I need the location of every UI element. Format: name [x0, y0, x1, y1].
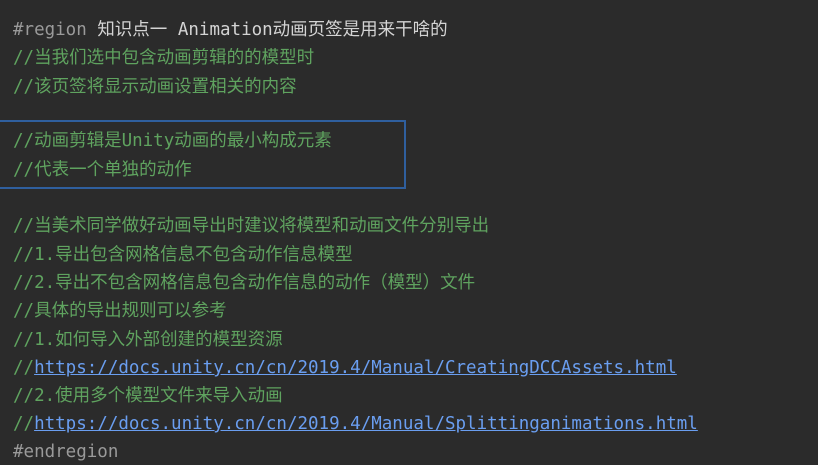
comment-text: 2.导出不包含网格信息包含动作信息的动作（模型）文件 [34, 273, 476, 293]
comment-text: 代表一个单独的动作 [34, 160, 192, 180]
comment-line: //2.导出不包含网格信息包含动作信息的动作（模型）文件 [13, 270, 475, 296]
region-start-line: #region 知识点一 Animation动画页签是用来干啥的 [13, 17, 448, 43]
comment-prefix: // [13, 301, 35, 321]
comment-line: //代表一个单独的动作 [13, 157, 192, 183]
code-editor[interactable]: #region 知识点一 Animation动画页签是用来干啥的 //当我们选中… [0, 0, 818, 463]
comment-line: //具体的导出规则可以参考 [13, 298, 227, 324]
comment-prefix: // [13, 48, 35, 68]
comment-prefix: // [13, 414, 35, 434]
comment-prefix: // [13, 216, 35, 236]
region-title: 知识点一 Animation动画页签是用来干啥的 [97, 20, 448, 40]
comment-prefix: // [13, 273, 35, 293]
link-line: //https://docs.unity.cn/cn/2019.4/Manual… [13, 411, 698, 437]
comment-text: 1.导出包含网格信息不包含动作信息模型 [34, 245, 353, 265]
comment-line: //当我们选中包含动画剪辑的的模型时 [13, 45, 314, 71]
comment-prefix: // [13, 245, 35, 265]
comment-line: //1.如何导入外部创建的模型资源 [13, 327, 283, 353]
comment-line: //该页签将显示动画设置相关的内容 [13, 74, 297, 100]
comment-text: 动画剪辑是Unity动画的最小构成元素 [34, 131, 332, 151]
comment-text: 2.使用多个模型文件来导入动画 [34, 386, 283, 406]
link-line: //https://docs.unity.cn/cn/2019.4/Manual… [13, 355, 677, 381]
comment-prefix: // [13, 358, 35, 378]
comment-text: 当美术同学做好动画导出时建议将模型和动画文件分别导出 [34, 216, 490, 236]
comment-line: //当美术同学做好动画导出时建议将模型和动画文件分别导出 [13, 213, 489, 239]
comment-prefix: // [13, 160, 35, 180]
region-keyword: #region [13, 20, 87, 40]
comment-line: //2.使用多个模型文件来导入动画 [13, 383, 283, 409]
comment-text: 当我们选中包含动画剪辑的的模型时 [34, 48, 315, 68]
docs-link-creating-dcc-assets[interactable]: https://docs.unity.cn/cn/2019.4/Manual/C… [34, 358, 677, 378]
comment-line: //动画剪辑是Unity动画的最小构成元素 [13, 128, 332, 154]
comment-prefix: // [13, 330, 35, 350]
comment-text: 1.如何导入外部创建的模型资源 [34, 330, 283, 350]
comment-prefix: // [13, 77, 35, 97]
docs-link-splitting-animations[interactable]: https://docs.unity.cn/cn/2019.4/Manual/S… [34, 414, 698, 434]
region-end-line: #endregion [13, 439, 118, 465]
comment-line: //1.导出包含网格信息不包含动作信息模型 [13, 242, 353, 268]
comment-prefix: // [13, 131, 35, 151]
endregion-keyword: #endregion [13, 442, 119, 462]
comment-prefix: // [13, 386, 35, 406]
comment-text: 该页签将显示动画设置相关的内容 [34, 77, 297, 97]
comment-text: 具体的导出规则可以参考 [34, 301, 227, 321]
